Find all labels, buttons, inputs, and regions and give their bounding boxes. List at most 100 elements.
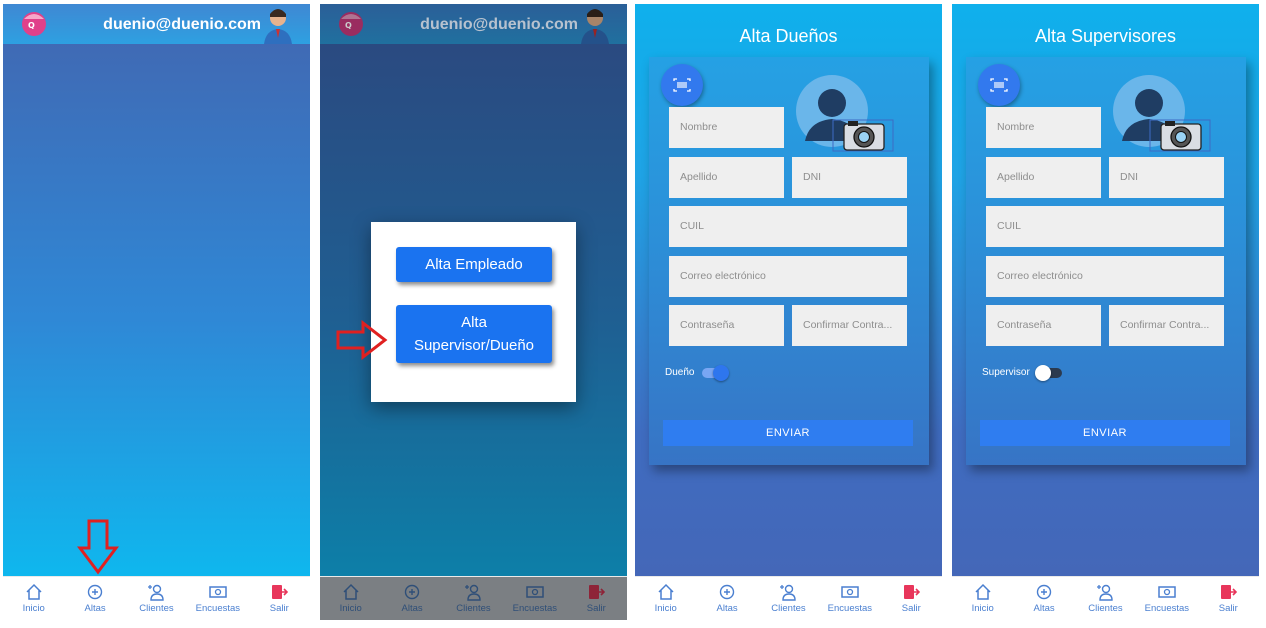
add-user-icon: [148, 584, 165, 601]
cuil-field[interactable]: CUIL: [669, 206, 907, 247]
nav-label-encuestas: Encuestas: [512, 603, 558, 614]
home-icon: [658, 583, 674, 600]
nav-label-inicio: Inicio: [654, 603, 677, 614]
supervisor-toggle-row: Supervisor: [982, 364, 1062, 381]
bottom-nav: Inicio Altas Clientes Encuestas Salir: [952, 576, 1259, 620]
nav-label-salir: Salir: [901, 603, 921, 614]
home-background: [3, 4, 310, 576]
home-screen: Q duenio@duenio.com Inicio Altas Cliente…: [3, 4, 310, 620]
bottom-nav: Inicio Altas Clientes Encuestas Salir: [3, 576, 310, 620]
alta-supervisor-label-line2: Supervisor/Dueño: [413, 337, 535, 354]
nav-encuestas[interactable]: Encuestas: [188, 583, 248, 614]
supervisor-toggle[interactable]: [1034, 364, 1062, 381]
logout-icon: [1221, 585, 1238, 599]
dni-field[interactable]: DNI: [1109, 157, 1224, 198]
scan-dni-button[interactable]: [661, 64, 703, 106]
logout-icon: [904, 585, 921, 599]
scan-dni-button[interactable]: [978, 64, 1020, 106]
nav-clientes[interactable]: Clientes: [443, 583, 503, 614]
svg-text:Q: Q: [345, 21, 352, 30]
camera-photo-button[interactable]: [795, 73, 895, 153]
nav-label-altas: Altas: [716, 603, 738, 614]
nav-encuestas[interactable]: Encuestas: [820, 583, 880, 614]
user-avatar-icon[interactable]: [579, 6, 611, 44]
nav-label-inicio: Inicio: [22, 603, 45, 614]
toggle-knob: [1034, 364, 1051, 381]
nav-label-clientes: Clientes: [1088, 603, 1123, 614]
form-card: Nombre Apellido DNI CUIL Correo electrón…: [966, 57, 1246, 465]
altas-modal: Alta Empleado Alta Supervisor/Dueño: [371, 222, 576, 402]
nav-label-altas: Altas: [401, 603, 423, 614]
nav-clientes[interactable]: Clientes: [758, 583, 818, 614]
apellido-field[interactable]: Apellido: [669, 157, 784, 198]
nav-salir[interactable]: Salir: [1198, 583, 1258, 614]
confirm-password-field[interactable]: Confirmar Contra...: [1109, 305, 1224, 346]
apellido-field[interactable]: Apellido: [986, 157, 1101, 198]
top-bar: Q duenio@duenio.com: [3, 4, 310, 44]
nav-label-inicio: Inicio: [339, 603, 362, 614]
page-title: Alta Dueños: [739, 26, 838, 46]
user-avatar-icon[interactable]: [262, 6, 294, 44]
down-arrow-indicator: [77, 519, 119, 575]
nav-label-clientes: Clientes: [139, 603, 174, 614]
altas-modal-screen: Q duenio@duenio.com Alta Empleado Alta S…: [320, 4, 627, 620]
nav-label-clientes: Clientes: [771, 603, 806, 614]
nav-inicio[interactable]: Inicio: [321, 583, 381, 614]
nav-salir[interactable]: Salir: [566, 583, 626, 614]
nombre-field[interactable]: Nombre: [986, 107, 1101, 148]
nav-encuestas[interactable]: Encuestas: [505, 583, 565, 614]
email-field[interactable]: Correo electrónico: [986, 256, 1224, 297]
password-field[interactable]: Contraseña: [669, 305, 784, 346]
nav-inicio[interactable]: Inicio: [953, 583, 1013, 614]
enviar-button[interactable]: ENVIAR: [980, 420, 1230, 446]
nav-label-altas: Altas: [1033, 603, 1055, 614]
logo-icon: Q: [339, 12, 363, 36]
supervisor-toggle-label: Supervisor: [982, 367, 1030, 378]
camera-photo-button[interactable]: [1112, 73, 1212, 153]
nav-label-inicio: Inicio: [971, 603, 994, 614]
home-icon: [26, 583, 42, 600]
plus-circle-icon: [404, 584, 420, 600]
password-field[interactable]: Contraseña: [986, 305, 1101, 346]
barcode-icon: [990, 78, 1008, 92]
add-user-icon: [780, 584, 797, 601]
user-email: duenio@duenio.com: [420, 16, 578, 33]
nav-label-salir: Salir: [1218, 603, 1238, 614]
nav-altas[interactable]: Altas: [65, 583, 125, 614]
nav-label-salir: Salir: [269, 603, 289, 614]
nav-label-encuestas: Encuestas: [1144, 603, 1190, 614]
dni-field[interactable]: DNI: [792, 157, 907, 198]
money-icon: [1158, 586, 1176, 598]
logout-icon: [272, 585, 289, 599]
confirm-password-field[interactable]: Confirmar Contra...: [792, 305, 907, 346]
alta-supervisores-screen: Alta Supervisores Nombre Apellido DNI CU…: [952, 4, 1259, 620]
email-field[interactable]: Correo electrónico: [669, 256, 907, 297]
cuil-field[interactable]: CUIL: [986, 206, 1224, 247]
nav-inicio[interactable]: Inicio: [4, 583, 64, 614]
right-arrow-indicator: [336, 320, 388, 360]
nombre-field[interactable]: Nombre: [669, 107, 784, 148]
nav-salir[interactable]: Salir: [881, 583, 941, 614]
nav-label-salir: Salir: [586, 603, 606, 614]
money-icon: [841, 586, 859, 598]
dueno-toggle[interactable]: [702, 364, 730, 381]
nav-clientes[interactable]: Clientes: [1075, 583, 1135, 614]
nav-label-clientes: Clientes: [456, 603, 491, 614]
dueno-toggle-row: Dueño: [665, 364, 730, 381]
nav-inicio[interactable]: Inicio: [636, 583, 696, 614]
add-user-icon: [1097, 584, 1114, 601]
alta-empleado-button[interactable]: Alta Empleado: [396, 247, 552, 282]
nav-label-altas: Altas: [84, 603, 106, 614]
enviar-button[interactable]: ENVIAR: [663, 420, 913, 446]
nav-clientes[interactable]: Clientes: [126, 583, 186, 614]
nav-altas[interactable]: Altas: [1014, 583, 1074, 614]
nav-encuestas[interactable]: Encuestas: [1137, 583, 1197, 614]
money-icon: [526, 586, 544, 598]
nav-altas[interactable]: Altas: [697, 583, 757, 614]
home-icon: [975, 583, 991, 600]
alta-supervisor-button[interactable]: Alta Supervisor/Dueño: [396, 305, 552, 363]
nav-altas[interactable]: Altas: [382, 583, 442, 614]
top-bar: Q duenio@duenio.com: [320, 4, 627, 44]
nav-salir[interactable]: Salir: [249, 583, 309, 614]
alta-supervisor-label-line1: Alta: [461, 314, 487, 331]
